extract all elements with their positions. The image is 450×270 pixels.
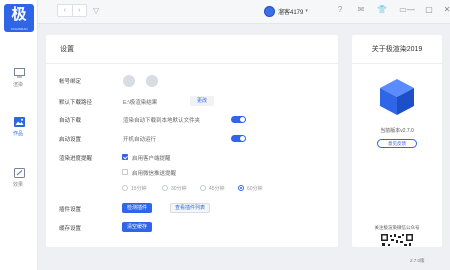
interval-radio-30[interactable]: [162, 185, 168, 191]
detect-plugin-button[interactable]: 检测插件: [122, 203, 152, 213]
qr-code-image: [380, 233, 414, 247]
app-window: 极 JIXUANRAN 渲染 作品 效果 ‹ › ▽ 溜客4179 ▾ ? ✉ …: [0, 0, 450, 270]
startup-toggle[interactable]: [231, 135, 246, 142]
plugin-settings-label: 插件设置: [59, 207, 82, 213]
forward-button[interactable]: ›: [73, 5, 87, 16]
settings-panel: 设置 帐号绑定 默认下载路径 E:\极渲染结果 更改 自动下载 渲染自动下载到本…: [46, 35, 338, 247]
app-logo: 极 JIXUANRAN: [4, 4, 34, 32]
help-icon[interactable]: ?: [335, 5, 345, 15]
logo-subtext: JIXUANRAN: [10, 27, 28, 31]
wechat-bind-icon[interactable]: [123, 75, 135, 87]
close-icon[interactable]: ✕: [442, 5, 450, 15]
minimize-icon[interactable]: —: [406, 5, 416, 15]
cache-settings-label: 缓存设置: [59, 226, 82, 232]
rail-item-effect[interactable]: 效果: [0, 168, 38, 198]
about-panel: 关于极渲染2019 当前版本v2.7.0 意见反馈 关注极渲染微信公众号: [352, 35, 442, 247]
auto-download-text: 渲染自动下载到本地默认文件夹: [123, 118, 201, 124]
wechat-follow-text: 关注极渲染微信公众号: [374, 225, 420, 230]
interval-radio-60[interactable]: [238, 185, 244, 191]
window-controls: — ▢ ✕: [406, 5, 450, 15]
wechat-reminder-checkbox[interactable]: [122, 169, 128, 175]
chevron-down-icon: ▾: [305, 8, 308, 14]
about-title: 关于极渲染2019: [371, 46, 423, 53]
avatar: [264, 5, 275, 17]
client-reminder-text: 启用客户端提醒: [132, 156, 171, 162]
mail-icon[interactable]: ✉: [356, 5, 366, 15]
rail-label-effect: 效果: [13, 182, 24, 188]
monitor-icon: [13, 68, 25, 78]
auto-download-label: 自动下载: [59, 118, 82, 124]
shirt-icon[interactable]: 👕: [377, 5, 387, 15]
app-cube-logo: [380, 79, 414, 115]
back-button[interactable]: ‹: [58, 5, 73, 16]
auto-download-toggle[interactable]: [231, 116, 246, 123]
wechat-reminder-text: 启用微信推送提醒: [132, 171, 177, 177]
rail-item-works[interactable]: 作品: [0, 117, 38, 147]
page-title: 设置: [60, 46, 74, 53]
user-menu[interactable]: 溜客4179 ▾: [264, 4, 308, 18]
interval-label-15: 15分钟: [131, 186, 147, 192]
clear-cache-button[interactable]: 清空缓存: [122, 222, 152, 232]
image-icon: [13, 117, 25, 127]
rail-item-render[interactable]: 渲染: [0, 68, 38, 98]
qq-bind-icon[interactable]: [146, 75, 158, 87]
change-path-button[interactable]: 更改: [190, 96, 214, 106]
interval-label-30: 30分钟: [171, 186, 187, 192]
brush-icon: [13, 168, 25, 178]
download-path-value: E:\极渲染结果: [123, 100, 158, 106]
account-binding-label: 帐号绑定: [59, 79, 82, 85]
current-version: 当前版本v2.7.0: [380, 128, 414, 134]
interval-radio-45[interactable]: [200, 185, 206, 191]
nav-buttons: ‹ ›: [57, 4, 87, 17]
footer-version: 2.7.0版: [410, 258, 425, 263]
logo-glyph: 极: [11, 6, 27, 23]
top-bar: ‹ › ▽ 溜客4179 ▾ ? ✉ 👕 ▭ — ▢ ✕: [38, 0, 450, 24]
user-name: 溜客4179: [278, 9, 304, 16]
download-path-label: 默认下载路径: [59, 100, 93, 106]
rail-label-render: 渲染: [13, 82, 24, 88]
feedback-button[interactable]: 意见反馈: [377, 139, 417, 148]
interval-label-45: 45分钟: [209, 186, 225, 192]
plugin-list-button[interactable]: 查看插件列表: [170, 203, 210, 213]
divider: [352, 63, 442, 64]
maximize-icon[interactable]: ▢: [424, 5, 434, 15]
client-reminder-checkbox[interactable]: [122, 154, 128, 160]
rail-label-works: 作品: [13, 131, 24, 137]
filter-icon[interactable]: ▽: [93, 6, 99, 15]
startup-label: 启动设置: [59, 137, 82, 143]
interval-label-60: 60分钟: [247, 186, 263, 192]
divider: [46, 63, 338, 64]
startup-text: 开机自动运行: [123, 137, 157, 143]
reminder-label: 渲染进度提醒: [59, 156, 93, 162]
interval-radio-15[interactable]: [122, 185, 128, 191]
left-rail: 极 JIXUANRAN 渲染 作品 效果: [0, 0, 38, 270]
